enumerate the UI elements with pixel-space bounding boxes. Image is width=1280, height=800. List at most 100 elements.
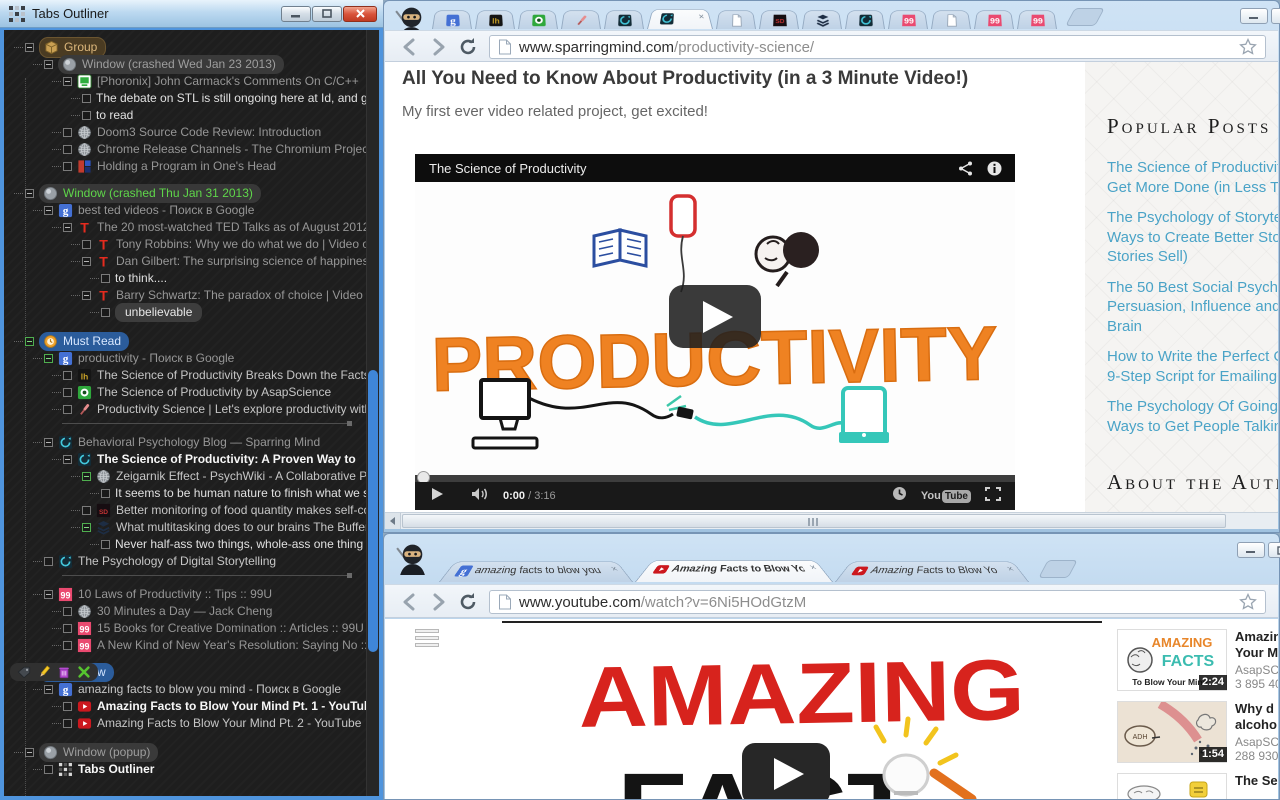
browser-tab[interactable]: g amazing facts to blow you ×: [439, 561, 633, 582]
checkbox-icon[interactable]: [63, 161, 72, 171]
youtube-logo[interactable]: You Tube: [921, 489, 971, 503]
collapse-toggle-icon[interactable]: [63, 76, 72, 86]
outliner-row[interactable]: to think....: [90, 269, 167, 287]
outliner-row[interactable]: The Science of Productivity: A Proven Wa…: [52, 450, 356, 468]
checkbox-icon[interactable]: [63, 623, 72, 633]
checkbox-icon[interactable]: [63, 701, 72, 711]
maximize-button[interactable]: [312, 5, 342, 22]
browser-tab[interactable]: [802, 10, 842, 30]
checkbox-icon[interactable]: [82, 93, 91, 103]
browser-tab[interactable]: [518, 10, 558, 30]
suggested-video-item[interactable]: ADH 1:54 Why d alcoho AsapSCI 288 930: [1117, 701, 1278, 773]
outliner-row[interactable]: 99 10 Laws of Productivity :: Tips :: 99U: [33, 585, 272, 603]
outliner-row[interactable]: T Barry Schwartz: The paradox of choice |…: [71, 286, 366, 304]
volume-icon[interactable]: [471, 487, 489, 506]
outliner-row[interactable]: 99 15 Books for Creative Domination :: Ar…: [52, 619, 364, 637]
outliner-row[interactable]: Behavioral Psychology Blog — Sparring Mi…: [33, 433, 320, 451]
outliner-row[interactable]: Doom3 Source Code Review: Introduction: [52, 123, 321, 141]
outliner-row[interactable]: T Tony Robbins: Why we do what we do | Vi…: [71, 235, 366, 253]
suggested-video-item[interactable]: AMAZING FACTS To Blow Your Mind 2:24 Amazin Y…: [1117, 629, 1278, 701]
new-tab-button[interactable]: [1065, 8, 1105, 26]
outliner-row[interactable]: The Psychology of Digital Storytelling: [33, 552, 276, 570]
outliner-row[interactable]: g best ted videos - Поиск в Google: [33, 201, 254, 219]
tag-icon[interactable]: [17, 665, 31, 679]
ninja-profile-avatar-icon[interactable]: [394, 542, 429, 577]
checkbox-icon[interactable]: [63, 387, 72, 397]
suggested-video-item[interactable]: The Se: [1117, 773, 1278, 799]
bookmark-star-icon[interactable]: [1239, 37, 1257, 56]
outliner-row[interactable]: Window (crashed Thu Jan 31 2013): [14, 183, 261, 203]
menu-hamburger-icon[interactable]: [415, 629, 439, 650]
outliner-row[interactable]: The debate on STL is still ongoing here …: [71, 89, 366, 107]
address-bar[interactable]: www.youtube.com/watch?v=6Ni5HOdGtzM: [489, 590, 1266, 614]
forward-button[interactable]: [427, 591, 449, 613]
outliner-row[interactable]: unbelievable: [90, 302, 203, 322]
checkbox-icon[interactable]: [63, 144, 72, 154]
tab-close-icon[interactable]: ×: [808, 563, 820, 572]
video-title[interactable]: The Se: [1235, 773, 1278, 789]
outliner-row[interactable]: Amazing Facts to Blow Your Mind Pt. 1 - …: [52, 697, 366, 715]
channel-name[interactable]: AsapSCI: [1235, 735, 1278, 749]
close-icon[interactable]: [343, 5, 377, 22]
outliner-row[interactable]: Window (crashed Wed Jan 23 2013): [33, 54, 284, 74]
maximize-button[interactable]: [1271, 8, 1280, 24]
outliner-row[interactable]: T Dan Gilbert: The surprising science of …: [71, 252, 366, 270]
checkbox-icon[interactable]: [44, 764, 53, 774]
watch-later-clock-icon[interactable]: [892, 486, 907, 506]
info-icon[interactable]: [986, 160, 1003, 177]
checkbox-icon[interactable]: [101, 307, 110, 317]
new-tab-button[interactable]: [1038, 560, 1078, 578]
outliner-row[interactable]: The Science of Productivity by AsapScien…: [52, 383, 331, 401]
checkbox-icon[interactable]: [82, 239, 91, 249]
outliner-row[interactable]: Zeigarnik Effect - PsychWiki - A Collabo…: [71, 467, 366, 485]
popular-post-link[interactable]: How to Write the Perfect O 9-Step Script …: [1107, 347, 1278, 386]
video-title[interactable]: Amazin: [1235, 629, 1278, 645]
video-thumbnail[interactable]: PRODUCTIVITY: [415, 182, 1015, 475]
popular-post-link[interactable]: The 50 Best Social Psychol Persuasion, In…: [1107, 278, 1278, 337]
video-title[interactable]: Your M: [1235, 645, 1278, 661]
browser-tab[interactable]: [561, 10, 601, 30]
browser-tab[interactable]: [931, 10, 971, 30]
outliner-scrollbar[interactable]: [366, 30, 379, 796]
browser-tab[interactable]: ×: [647, 9, 713, 29]
browser-tab[interactable]: 99: [1017, 10, 1057, 30]
forward-button[interactable]: [427, 36, 449, 58]
checkbox-icon[interactable]: [101, 488, 110, 498]
collapse-toggle-icon[interactable]: [44, 353, 53, 363]
tab-close-icon[interactable]: ×: [609, 565, 621, 574]
outliner-row[interactable]: Group: [14, 36, 107, 58]
close-icon[interactable]: [77, 665, 91, 679]
outliner-row[interactable]: Productivity Science | Let's explore pro…: [52, 400, 366, 418]
player-progress-bar[interactable]: [415, 471, 1015, 484]
checkbox-icon[interactable]: [63, 606, 72, 616]
checkbox-icon[interactable]: [63, 404, 72, 414]
outliner-row[interactable]: What multitasking does to our brains The…: [71, 518, 366, 536]
collapse-toggle-icon[interactable]: [82, 256, 91, 266]
address-bar[interactable]: www.sparringmind.com/productivity-scienc…: [489, 35, 1266, 59]
outliner-row[interactable]: Never half-ass two things, whole-ass one…: [90, 535, 363, 553]
checkbox-icon[interactable]: [63, 718, 72, 728]
checkbox-icon[interactable]: [63, 127, 72, 137]
video-title[interactable]: alcoho: [1235, 717, 1278, 733]
collapse-toggle-icon[interactable]: [44, 205, 53, 215]
outliner-titlebar[interactable]: Tabs Outliner: [0, 0, 383, 28]
checkbox-icon[interactable]: [63, 370, 72, 380]
collapse-toggle-icon[interactable]: [63, 222, 72, 232]
back-button[interactable]: [399, 36, 421, 58]
outliner-row[interactable]: It seems to be human nature to finish wh…: [90, 484, 366, 502]
outliner-row[interactable]: Chrome Release Channels - The Chromium P…: [52, 140, 366, 158]
collapse-toggle-icon[interactable]: [63, 454, 72, 464]
video-title[interactable]: The Science of Productivity: [429, 161, 957, 176]
popular-post-link[interactable]: The Science of Productivity Get More Done…: [1107, 158, 1278, 197]
outliner-row[interactable]: g productivity - Поиск в Google: [33, 349, 234, 367]
tab-close-icon[interactable]: ×: [698, 13, 706, 22]
share-icon[interactable]: [957, 160, 974, 177]
youtube-embed-player[interactable]: The Science of Productivity PRODUCTIVITY…: [415, 154, 1015, 510]
collapse-toggle-icon[interactable]: [25, 188, 34, 198]
trash-icon[interactable]: [57, 665, 71, 679]
browser-tab[interactable]: [604, 10, 644, 30]
collapse-toggle-icon[interactable]: [82, 522, 91, 532]
bookmark-star-icon[interactable]: [1239, 592, 1257, 611]
collapse-toggle-icon[interactable]: [44, 589, 53, 599]
reload-button[interactable]: [457, 36, 479, 58]
